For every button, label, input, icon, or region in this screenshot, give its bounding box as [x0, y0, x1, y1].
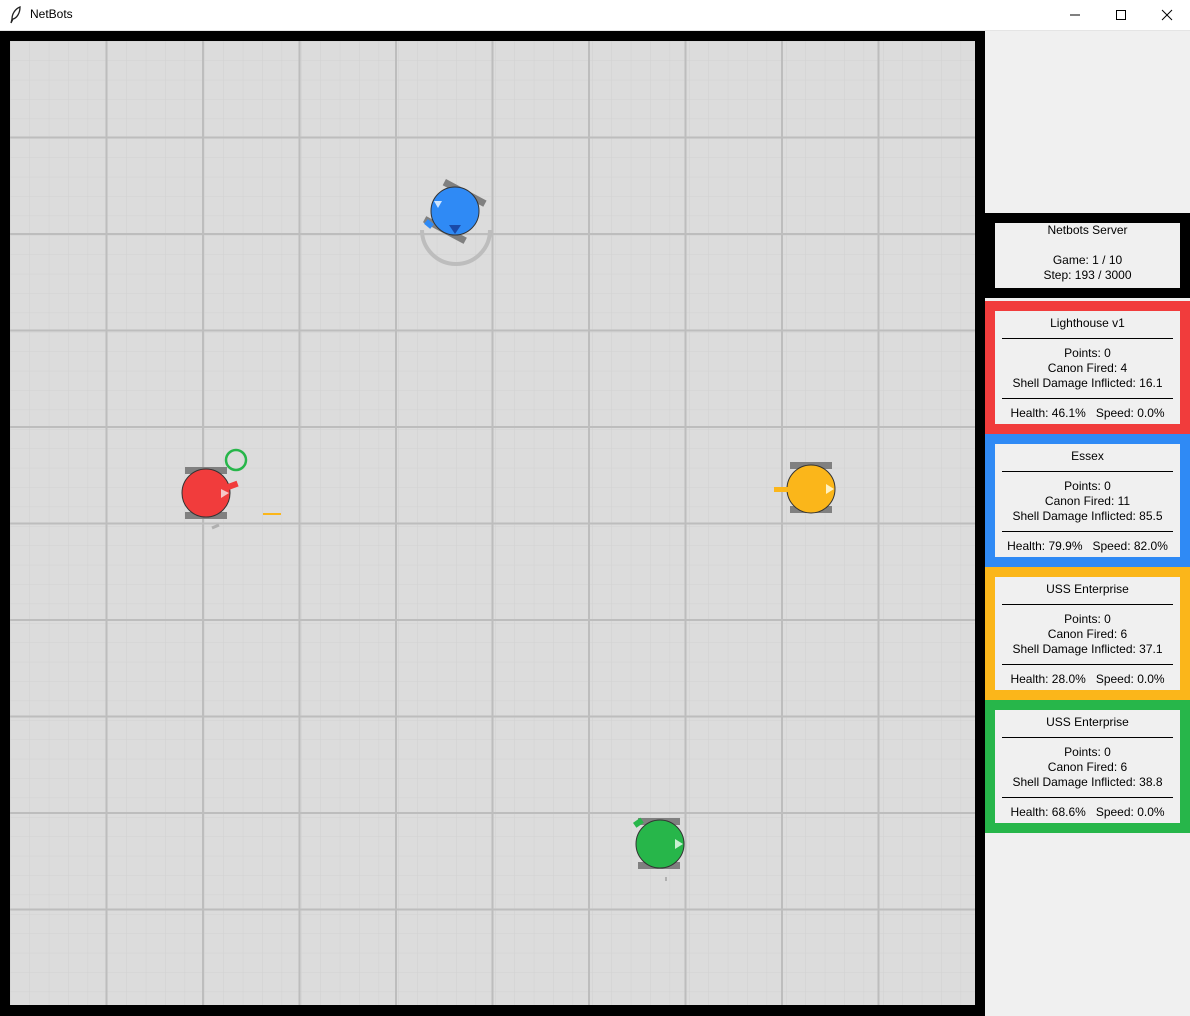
bot-health-speed: Health: 28.0% Speed: 0.0%	[1010, 672, 1165, 686]
minimize-button[interactable]	[1052, 0, 1098, 30]
bot-shell-damage: Shell Damage Inflicted: 38.8	[1012, 775, 1163, 789]
bot-shell-damage: Shell Damage Inflicted: 37.1	[1012, 642, 1163, 656]
step-counter: Step: 193 / 3000	[1043, 268, 1132, 282]
bot-name: USS Enterprise	[1046, 715, 1129, 729]
close-icon	[1161, 9, 1173, 21]
bot-canon-fired: Canon Fired: 4	[1047, 361, 1128, 375]
bot-canon-fired: Canon Fired: 6	[1047, 760, 1128, 774]
bot-shell-damage: Shell Damage Inflicted: 85.5	[1012, 509, 1163, 523]
divider	[1002, 797, 1173, 798]
server-panel: Netbots Server Game: 1 / 10 Step: 193 / …	[985, 213, 1190, 298]
server-title: Netbots Server	[1047, 223, 1128, 237]
bot-name: USS Enterprise	[1046, 582, 1129, 596]
divider	[1002, 338, 1173, 339]
bot-points: Points: 0	[1064, 745, 1111, 759]
bot-points: Points: 0	[1064, 612, 1111, 626]
divider	[1002, 604, 1173, 605]
divider	[1002, 398, 1173, 399]
maximize-icon	[1116, 10, 1126, 20]
bot-name: Essex	[1071, 449, 1104, 463]
battle-arena	[0, 31, 985, 1016]
maximize-button[interactable]	[1098, 0, 1144, 30]
bot-panel: USS Enterprise Points: 0 Canon Fired: 6 She…	[985, 567, 1190, 700]
window-title: NetBots	[30, 7, 73, 21]
bot-panel: USS Enterprise Points: 0 Canon Fired: 6 She…	[985, 700, 1190, 833]
game-counter: Game: 1 / 10	[1052, 253, 1123, 267]
divider	[1002, 737, 1173, 738]
bot-canon-fired: Canon Fired: 11	[1044, 494, 1131, 508]
bot-health-speed: Health: 79.9% Speed: 82.0%	[1007, 539, 1168, 553]
scoreboard: Netbots Server Game: 1 / 10 Step: 193 / …	[985, 31, 1190, 1016]
bot-name: Lighthouse v1	[1050, 316, 1125, 330]
minimize-icon	[1070, 14, 1080, 16]
bot-points: Points: 0	[1064, 346, 1111, 360]
bot-health-speed: Health: 68.6% Speed: 0.0%	[1010, 805, 1165, 819]
bot-panel: Essex Points: 0 Canon Fired: 11 Shell Damag…	[985, 434, 1190, 567]
bot-health-speed: Health: 46.1% Speed: 0.0%	[1010, 406, 1165, 420]
divider	[1002, 471, 1173, 472]
divider	[1002, 531, 1173, 532]
bot-canon-fired: Canon Fired: 6	[1047, 627, 1128, 641]
bot-panel: Lighthouse v1 Points: 0 Canon Fired: 4 Shel…	[985, 301, 1190, 434]
feather-icon	[9, 6, 23, 24]
divider	[1002, 664, 1173, 665]
bot-points: Points: 0	[1064, 479, 1111, 493]
close-button[interactable]	[1144, 0, 1190, 30]
bot-shell-damage: Shell Damage Inflicted: 16.1	[1012, 376, 1163, 390]
title-bar: NetBots	[0, 0, 1190, 31]
